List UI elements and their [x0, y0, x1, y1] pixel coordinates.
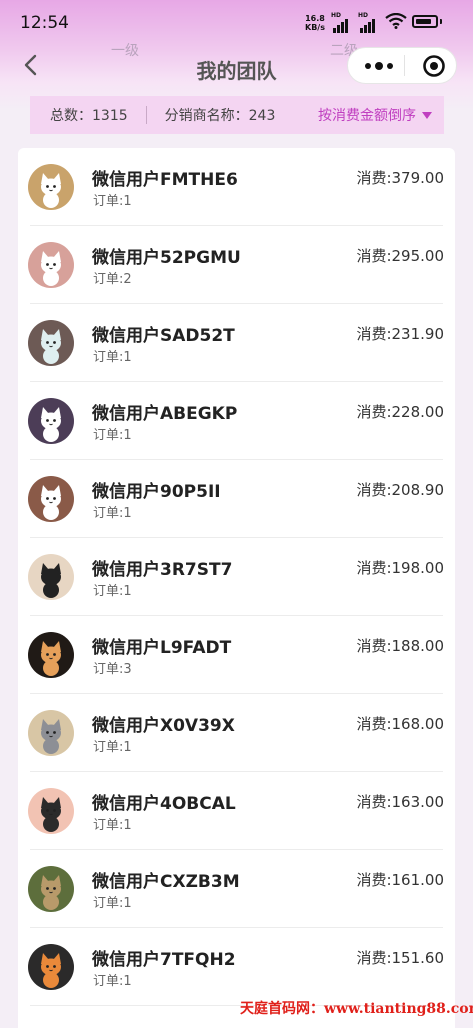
member-amount: 消费:379.00	[356, 169, 444, 187]
list-item[interactable]: 微信用户FMTHE6 订单:1 消费:379.00	[18, 148, 455, 226]
avatar	[28, 320, 74, 366]
list-item[interactable]: 微信用户ABEGKP 订单:1 消费:228.00	[18, 382, 455, 460]
distributor-count: 分销商名称：243	[164, 108, 276, 124]
signal-icon-1	[333, 14, 349, 33]
member-orders: 订单:1	[93, 350, 132, 365]
list-item[interactable]: 微信用户7TFQH2 订单:1 消费:151.60	[18, 928, 455, 1006]
avatar	[28, 866, 74, 912]
member-name: 微信用户90P5II	[92, 482, 221, 502]
member-orders: 订单:2	[93, 272, 132, 287]
avatar	[28, 788, 74, 834]
member-name: 微信用户FMTHE6	[92, 170, 238, 190]
avatar	[28, 632, 74, 678]
avatar	[28, 476, 74, 522]
member-name: 微信用户4OBCAL	[92, 794, 236, 814]
member-name: 微信用户7TFQH2	[92, 950, 236, 970]
member-name: 微信用户L9FADT	[92, 638, 232, 658]
member-amount: 消费:188.00	[356, 637, 444, 655]
summary-divider	[145, 106, 147, 124]
member-orders: 订单:1	[93, 194, 132, 209]
member-amount: 消费:163.00	[356, 793, 444, 811]
member-orders: 订单:1	[93, 896, 132, 911]
wifi-icon	[385, 13, 407, 29]
status-time: 12:54	[20, 13, 69, 33]
avatar	[28, 398, 74, 444]
more-dots-icon[interactable]	[362, 56, 396, 76]
member-amount: 消费:231.90	[356, 325, 444, 343]
member-orders: 订单:1	[93, 740, 132, 755]
avatar	[28, 554, 74, 600]
member-amount: 消费:168.00	[356, 715, 444, 733]
watermark: 天庭首码网：www.tianting88.com	[240, 1001, 473, 1017]
summary-bar: 总数：1315 分销商名称：243 按消费金额倒序	[30, 96, 444, 134]
member-amount: 消费:161.00	[356, 871, 444, 889]
member-name: 微信用户ABEGKP	[92, 404, 238, 424]
list-item[interactable]: 微信用户CXZB3M 订单:1 消费:161.00	[18, 850, 455, 928]
list-item[interactable]: 微信用户4OBCAL 订单:1 消费:163.00	[18, 772, 455, 850]
avatar	[28, 242, 74, 288]
list-item[interactable]: 微信用户L9FADT 订单:3 消费:188.00	[18, 616, 455, 694]
member-name: 微信用户X0V39X	[92, 716, 235, 736]
list-item[interactable]: 微信用户SAD52T 订单:1 消费:231.90	[18, 304, 455, 382]
avatar	[28, 944, 74, 990]
close-target-icon[interactable]	[422, 54, 446, 78]
member-orders: 订单:1	[93, 818, 132, 833]
battery-icon	[412, 15, 438, 28]
signal-icon-2	[360, 14, 376, 33]
member-amount: 消费:198.00	[356, 559, 444, 577]
member-amount: 消费:228.00	[356, 403, 444, 421]
caret-down-icon	[422, 111, 432, 119]
member-amount: 消费:208.90	[356, 481, 444, 499]
status-bar: 12:54 16.8 KB/s HD HD	[0, 0, 473, 40]
avatar	[28, 164, 74, 210]
sort-dropdown[interactable]: 按消费金额倒序	[318, 105, 432, 125]
member-name: 微信用户3R7ST7	[92, 560, 233, 580]
list-item[interactable]: 微信用户52PGMU 订单:2 消费:295.00	[18, 226, 455, 304]
list-item[interactable]: 微信用户3R7ST7 订单:1 消费:198.00	[18, 538, 455, 616]
list-item[interactable]: 微信用户X0V39X 订单:1 消费:168.00	[18, 694, 455, 772]
network-speed-value: 16.8	[305, 14, 325, 23]
member-name: 微信用户SAD52T	[92, 326, 235, 346]
member-orders: 订单:1	[93, 506, 132, 521]
member-name: 微信用户CXZB3M	[92, 872, 240, 892]
avatar	[28, 710, 74, 756]
member-list: 微信用户FMTHE6 订单:1 消费:379.00 微信用户52PGMU 订单:2 消费:…	[18, 148, 455, 1028]
total-count: 总数：1315	[50, 108, 128, 124]
member-orders: 订单:1	[93, 584, 132, 599]
list-item[interactable]: 微信用户90P5II 订单:1 消费:208.90	[18, 460, 455, 538]
member-orders: 订单:3	[93, 662, 132, 677]
sort-label: 按消费金额倒序	[318, 108, 416, 124]
member-orders: 订单:1	[93, 428, 132, 443]
member-name: 微信用户52PGMU	[92, 248, 241, 268]
network-speed: 16.8 KB/s	[305, 14, 325, 32]
network-speed-unit: KB/s	[305, 23, 325, 32]
member-amount: 消费:295.00	[356, 247, 444, 265]
member-orders: 订单:1	[93, 974, 132, 989]
member-amount: 消费:151.60	[356, 949, 444, 967]
